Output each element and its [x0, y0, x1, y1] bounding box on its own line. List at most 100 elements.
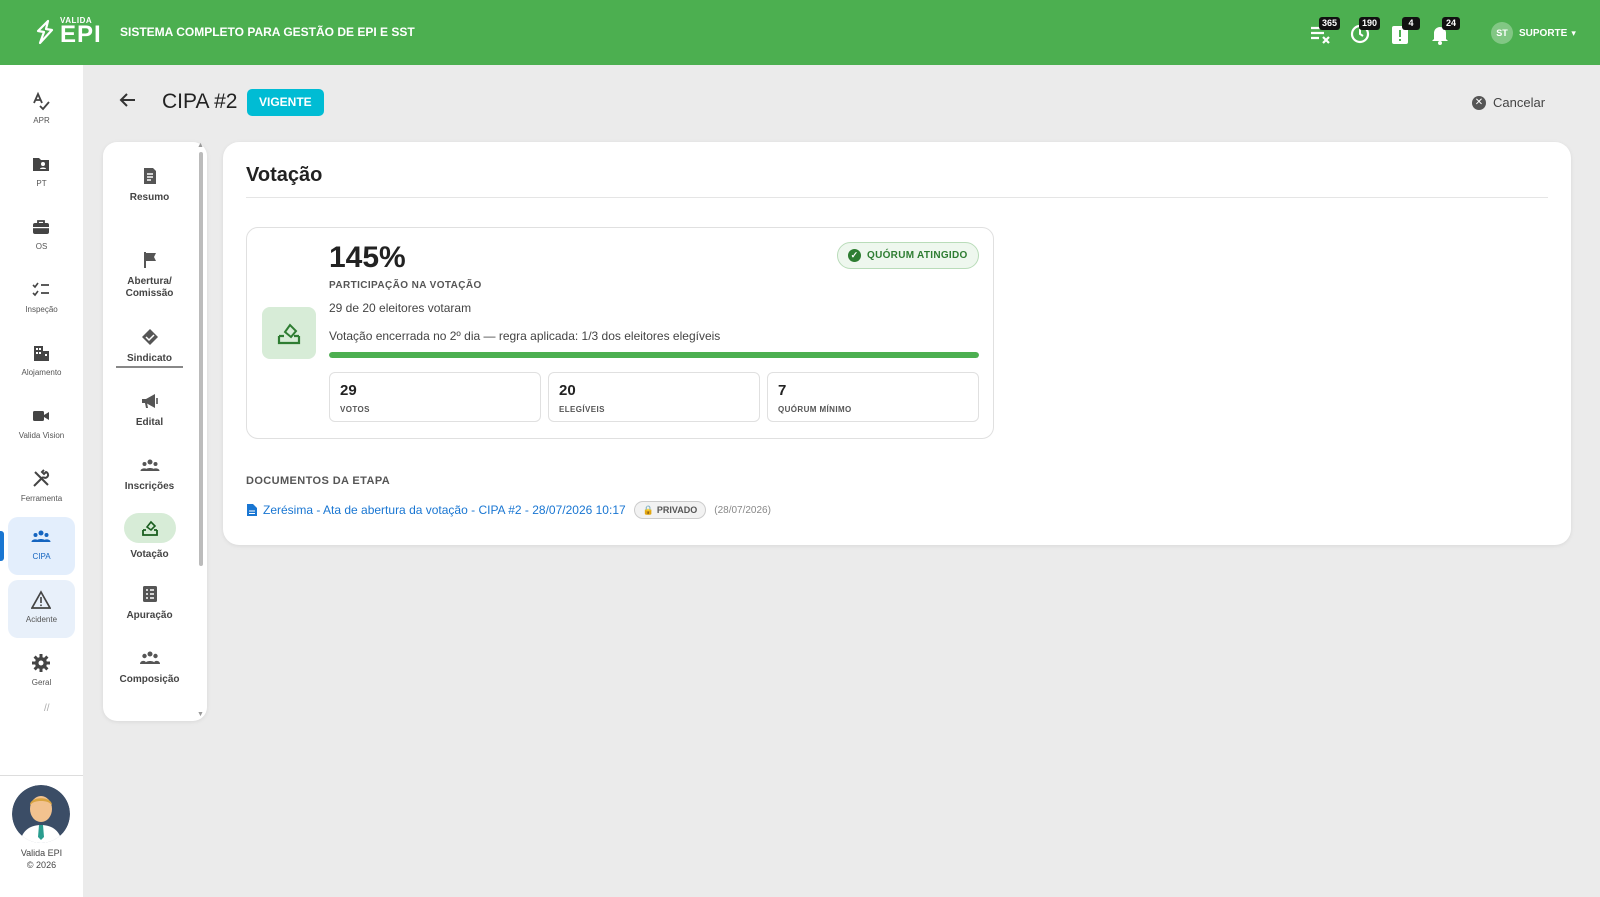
step-label: Composição [119, 674, 180, 685]
back-arrow-icon[interactable] [118, 90, 138, 110]
step-votacao[interactable]: Votação [103, 513, 196, 561]
app-logo[interactable]: VALIDA EPI [34, 14, 102, 50]
sidebar-item-os[interactable]: OS [8, 207, 75, 265]
stat-value: 7 [778, 382, 787, 399]
sidebar-item-label: OS [35, 242, 48, 251]
tools-icon [33, 469, 50, 487]
private-badge: 🔒 PRIVADO [633, 501, 707, 519]
task-list-icon[interactable]: 365 [1308, 17, 1340, 46]
participation-box: 145% PARTICIPAÇÃO NA VOTAÇÃO 29 de 20 el… [246, 227, 994, 439]
section-title: Votação [246, 164, 323, 186]
sidebar-item-label: APR [33, 116, 50, 125]
scroll-up-icon[interactable]: ▲ [197, 142, 204, 149]
active-step-pill [123, 513, 176, 543]
bell-icon[interactable]: 24 [1428, 17, 1460, 46]
sidebar-item-label: Inspeção [25, 305, 58, 314]
sidebar-item-apr[interactable]: APR [8, 81, 75, 139]
scroll-down-icon[interactable]: ▼ [197, 711, 204, 718]
quorum-badge-label: QUÓRUM ATINGIDO [867, 250, 968, 261]
user-menu[interactable]: ST SUPORTE ▾ [1491, 22, 1576, 44]
page-title: CIPA #2 [162, 90, 238, 113]
sidebar-item-ferramenta[interactable]: Ferramenta [8, 459, 75, 517]
tally-icon [142, 586, 157, 602]
voting-card: Votação 145% PARTICIPAÇÃO NA VOTAÇÃO 29 … [223, 142, 1571, 545]
sidebar-footer: Valida EPI © 2026 [0, 847, 83, 871]
summary-icon [143, 168, 156, 184]
user-name: SUPORTE [1519, 27, 1568, 39]
stat-label: QUÓRUM MÍNIMO [778, 405, 852, 414]
footer-year: © 2026 [26, 860, 57, 870]
bell-badge: 24 [1442, 17, 1460, 30]
quorum-badge: ✓ QUÓRUM ATINGIDO [837, 242, 979, 269]
step-label: Inscrições [124, 481, 175, 492]
step-label: Abertura/Comissão [125, 276, 174, 299]
document-row: Zerésima - Ata de abertura da votação - … [246, 501, 771, 519]
step-label: Apuração [126, 610, 173, 621]
avatar[interactable] [12, 785, 70, 843]
step-label: Votação [130, 549, 169, 560]
clipboard-badge: 4 [1402, 17, 1420, 30]
chevron-down-icon: ▾ [1571, 27, 1576, 38]
ballot-icon-box [262, 307, 316, 359]
active-indicator [0, 531, 4, 561]
ballot-icon [141, 520, 158, 536]
checklist-icon [32, 282, 49, 297]
stat-value: 20 [559, 382, 576, 399]
sidebar-item-inspecao[interactable]: Inspeção [8, 270, 75, 328]
cancel-button[interactable]: ✕ Cancelar [1472, 95, 1545, 110]
progress-fill [329, 352, 979, 358]
step-label: Edital [135, 417, 164, 428]
divider [246, 197, 1548, 198]
gear-icon [32, 654, 50, 672]
step-inscricoes[interactable]: Inscrições [103, 455, 196, 493]
step-abertura-comissao[interactable]: Abertura/Comissão [103, 250, 196, 300]
step-apuracao[interactable]: Apuração [103, 584, 196, 622]
top-bar: VALIDA EPI SISTEMA COMPLETO PARA GESTÃO … [0, 0, 1600, 65]
stat-eligible: 20 ELEGÍVEIS [548, 372, 760, 422]
footer-brand: Valida EPI [20, 848, 63, 858]
step-resumo[interactable]: Resumo [103, 166, 196, 204]
ballot-icon [277, 323, 301, 345]
people-icon [140, 459, 159, 471]
sidebar-item-label: Valida Vision [18, 431, 65, 440]
voting-rule-text: Votação encerrada no 2º dia — regra apli… [329, 329, 721, 343]
sidebar-item-acidente[interactable]: Acidente [8, 580, 75, 638]
sidebar-item-label: Geral [31, 678, 52, 687]
steps-scrollbar[interactable] [199, 152, 203, 566]
check-circle-icon: ✓ [848, 249, 861, 262]
stat-label: VOTOS [340, 405, 370, 414]
resize-grip-icon: // [44, 703, 50, 714]
step-composicao[interactable]: Composição [103, 648, 196, 686]
document-link[interactable]: Zerésima - Ata de abertura da votação - … [263, 503, 626, 517]
team-icon [139, 651, 160, 664]
logo-mark-icon [36, 19, 54, 45]
voters-count-text: 29 de 20 eleitores votaram [329, 301, 472, 315]
step-edital[interactable]: Edital [103, 391, 196, 429]
briefcase-icon [33, 220, 49, 234]
building-icon [34, 346, 49, 361]
step-label: Sindicato [126, 353, 172, 364]
spellcheck-icon [33, 91, 50, 111]
private-label: PRIVADO [656, 505, 698, 515]
sidebar-item-cipa[interactable]: CIPA [8, 517, 75, 575]
history-clock-icon[interactable]: 190 [1348, 17, 1380, 46]
step-sindicato[interactable]: Sindicato [103, 327, 196, 365]
megaphone-icon [141, 394, 158, 408]
sidebar-item-label: CIPA [32, 552, 51, 561]
sidebar-item-pt[interactable]: PT [8, 144, 75, 202]
stat-label: ELEGÍVEIS [559, 405, 605, 414]
clipboard-alert-icon[interactable]: 4 [1388, 17, 1420, 46]
status-badge: VIGENTE [247, 89, 324, 116]
close-icon: ✕ [1472, 95, 1486, 110]
handshake-icon [141, 329, 158, 345]
history-badge: 190 [1358, 17, 1380, 30]
sidebar-item-valida-vision[interactable]: Valida Vision [8, 396, 75, 454]
folder-user-icon [33, 158, 49, 171]
flag-icon [143, 252, 156, 268]
sidebar-item-alojamento[interactable]: Alojamento [8, 333, 75, 391]
participation-caption: PARTICIPAÇÃO NA VOTAÇÃO [329, 280, 482, 291]
step-label: Resumo [129, 192, 170, 203]
task-list-badge: 365 [1318, 17, 1340, 30]
sidebar-item-label: Ferramenta [20, 494, 63, 503]
sidebar-item-geral[interactable]: Geral [8, 643, 75, 701]
